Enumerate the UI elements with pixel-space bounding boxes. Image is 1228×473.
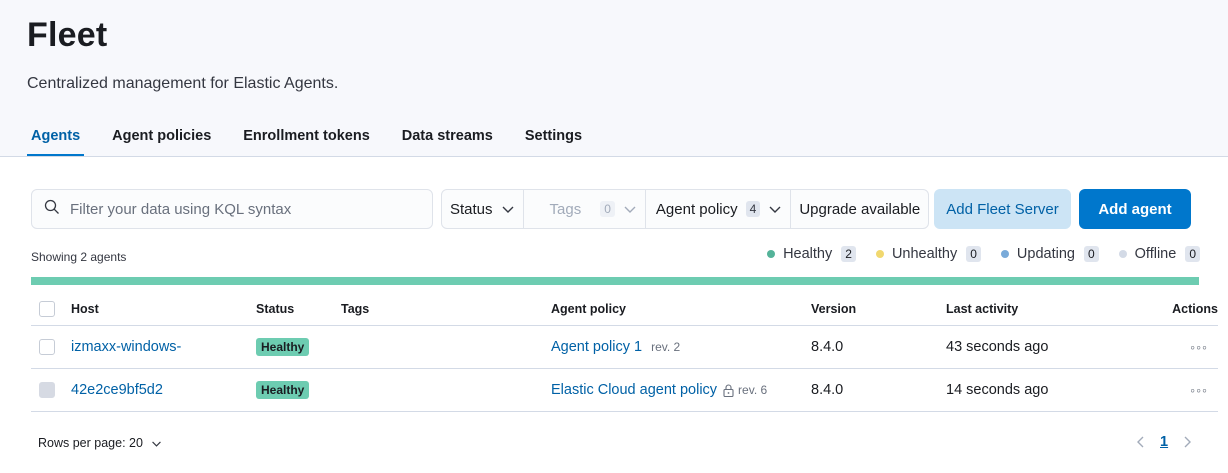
rows-per-page-button[interactable]: Rows per page: 20 [38,436,162,450]
select-all-checkbox[interactable] [39,300,55,317]
last-activity-cell: 14 seconds ago [946,382,1049,398]
legend-healthy-count: 2 [841,246,856,262]
last-activity-cell: 43 seconds ago [946,339,1049,355]
status-cell: Healthy [256,326,310,368]
tags-filter-label: Tags [549,200,582,218]
header-agent-policy: Agent policy [551,301,627,316]
add-fleet-server-button[interactable]: Add Fleet Server [934,189,1071,229]
agent-policy-filter-button[interactable]: Agent policy 4 [646,190,792,228]
filter-group: Status Tags 0 Agent policy 4 Upgrade ava… [441,189,930,229]
row-select-cell [39,326,55,368]
select-all-cell [39,292,55,325]
legend-healthy-label: Healthy [783,246,833,262]
lock-icon [723,383,734,397]
upgrade-available-filter-button[interactable]: Upgrade available [791,190,928,228]
row-select-cell [39,369,55,411]
status-filter-label: Status [450,200,493,218]
page-title: Fleet [27,16,108,54]
row-checkbox [39,382,55,398]
legend-offline-count: 0 [1185,246,1200,262]
legend-updating-dot [1000,250,1009,258]
search-icon [44,199,60,220]
tab-enrollment-tokens[interactable]: Enrollment tokens [239,128,374,156]
version-cell: 8.4.0 [811,382,844,398]
tab-data-streams[interactable]: Data streams [398,128,497,156]
legend-unhealthy-count: 0 [966,246,981,262]
host-link[interactable]: izmaxx-windows- [71,326,181,368]
policy-cell: Agent policy 1 rev. 2 [551,326,680,368]
chevron-down-icon [152,441,161,447]
page-subtitle: Centralized management for Elastic Agent… [27,75,339,92]
search-input[interactable] [70,200,410,218]
agent-policy-link[interactable]: Elastic Cloud agent policy [551,382,717,398]
policy-revision: rev. 2 [651,340,681,354]
legend-offline-dot [1118,250,1127,258]
chevron-down-icon [502,206,514,213]
status-badge: Healthy [256,381,310,399]
search-bar[interactable] [31,189,433,229]
legend-healthy: Healthy 2 [767,246,856,262]
chevron-left-icon [1137,436,1144,448]
status-filter-button[interactable]: Status [442,190,524,228]
agent-count-text: Showing 2 agents [31,250,127,264]
status-badge: Healthy [256,338,310,356]
status-cell: Healthy [256,369,310,411]
agent-policy-count-badge: 4 [745,201,761,217]
agent-policy-filter-label: Agent policy [655,200,738,218]
legend-updating-label: Updating [1016,246,1075,262]
agents-table: Host Status Tags Agent policy Version La… [31,292,1218,412]
tags-count-badge: 0 [600,201,615,217]
tags-filter-button[interactable]: Tags 0 [524,190,646,228]
page-number-button[interactable]: 1 [1160,434,1168,450]
tab-agents[interactable]: Agents [27,128,85,156]
legend-updating-count: 0 [1083,246,1099,262]
tab-bar: Agents Agent policies Enrollment tokens … [27,128,610,156]
rows-per-page-label: Rows per page: 20 [38,436,143,450]
tab-settings[interactable]: Settings [521,128,586,156]
upgrade-available-label: Upgrade available [799,200,921,218]
table-row: izmaxx-windows- Healthy Agent policy 1 r… [31,326,1218,369]
status-legend: Healthy 2 Unhealthy 0 Updating 0 Offline… [747,246,1200,262]
chevron-down-icon [769,206,781,213]
row-checkbox[interactable] [39,339,55,355]
agent-policy-link[interactable]: Agent policy 1 [551,339,642,355]
legend-offline-label: Offline [1134,246,1177,262]
row-actions-button[interactable]: ◦◦◦ [1190,369,1208,411]
version-cell: 8.4.0 [811,339,844,355]
header-tags: Tags [341,301,370,316]
header-host[interactable]: Host [71,292,99,325]
legend-unhealthy-dot [875,250,884,258]
legend-unhealthy: Unhealthy 0 [875,246,981,262]
chevron-right-icon [1184,436,1192,448]
chevron-down-icon [624,206,636,213]
policy-cell: Elastic Cloud agent policy rev. 6 [551,369,767,411]
tab-agent-policies[interactable]: Agent policies [108,128,215,156]
health-bar [31,277,1199,285]
legend-unhealthy-label: Unhealthy [891,246,958,262]
header-actions: Actions [1172,301,1218,316]
pagination: 1 [1134,434,1194,450]
table-header-row: Host Status Tags Agent policy Version La… [31,292,1218,326]
header-version[interactable]: Version [811,292,856,325]
host-link[interactable]: 42e2ce9bf5d2 [71,369,163,411]
health-bar-healthy-segment [31,277,1199,285]
add-agent-button[interactable]: Add agent [1079,189,1191,229]
legend-healthy-dot [767,250,776,258]
table-row: 42e2ce9bf5d2 Healthy Elastic Cloud agent… [31,369,1218,412]
legend-offline: Offline 0 [1118,246,1200,262]
policy-revision: rev. 6 [738,383,768,397]
row-actions-button[interactable]: ◦◦◦ [1190,326,1208,368]
header-status: Status [256,301,295,316]
legend-updating: Updating 0 [1000,246,1099,262]
page-header: Fleet Centralized management for Elastic… [0,0,1228,157]
header-last-activity[interactable]: Last activity [946,292,1018,325]
